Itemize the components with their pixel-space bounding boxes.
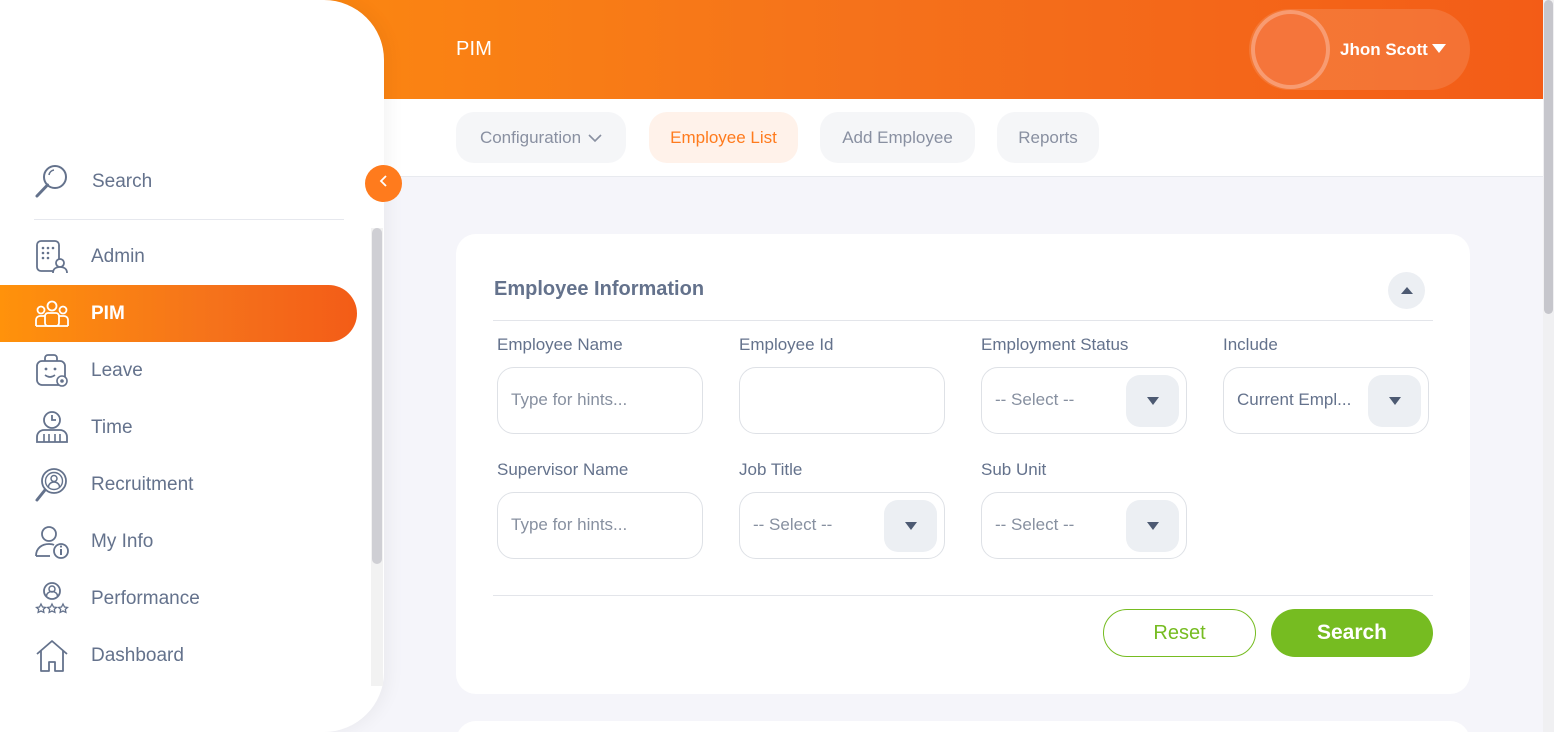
tab-label: Configuration [479, 127, 582, 147]
my-info-icon [34, 524, 70, 560]
sidebar-item-recruitment[interactable]: Recruitment [0, 456, 357, 513]
employee-name-input[interactable]: Type for hints... [497, 367, 703, 434]
sidebar-item-dashboard[interactable]: Dashboard [0, 627, 357, 684]
sidebar-item-label: Leave [91, 359, 143, 381]
supervisor-name-input[interactable]: Type for hints... [497, 492, 703, 559]
dashboard-icon [34, 638, 70, 674]
sub-unit-value: -- Select -- [995, 515, 1075, 534]
tab-label: Add Employee [842, 127, 953, 147]
employment-status-select[interactable]: -- Select -- [981, 367, 1187, 434]
caret-down-icon[interactable] [1432, 44, 1446, 53]
pim-icon [34, 296, 70, 332]
tab-reports[interactable]: Reports [997, 112, 1099, 163]
caret-up-icon [1400, 282, 1414, 300]
supervisor-name-placeholder: Type for hints... [511, 515, 628, 534]
include-select[interactable]: Current Empl... [1223, 367, 1429, 434]
sub-navigation: Configuration Employee List Add Employee… [384, 99, 1554, 177]
sidebar-search[interactable]: Search [34, 163, 344, 220]
user-menu[interactable]: Jhon Scott [1249, 9, 1470, 90]
job-title-value: -- Select -- [753, 515, 833, 534]
tab-employee-list[interactable]: Employee List [649, 112, 798, 163]
leave-icon [34, 353, 70, 389]
sidebar-item-time[interactable]: Time [0, 399, 357, 456]
tab-add-employee[interactable]: Add Employee [820, 112, 975, 163]
sidebar-item-label: Time [91, 416, 133, 438]
sidebar-item-my-info[interactable]: My Info [0, 513, 357, 570]
sub-unit-label: Sub Unit [981, 460, 1047, 479]
sidebar-scrollbar[interactable] [371, 228, 383, 686]
sidebar-search-label: Search [92, 171, 153, 192]
sub-unit-select[interactable]: -- Select -- [981, 492, 1187, 559]
user-name[interactable]: Jhon Scott [1340, 40, 1428, 60]
divider [493, 320, 1433, 321]
time-icon [34, 410, 70, 446]
tab-label: Employee List [670, 127, 777, 147]
employment-status-value: -- Select -- [995, 390, 1075, 409]
employee-id-input[interactable] [739, 367, 945, 434]
sidebar-item-admin[interactable]: Admin [0, 228, 357, 285]
page-scrollbar-thumb[interactable] [1544, 0, 1553, 314]
caret-down-icon [904, 522, 917, 530]
card-title: Employee Information [494, 278, 705, 300]
employee-information-card: Employee Information Employee Name Type … [456, 234, 1470, 694]
chevron-down-icon [588, 128, 602, 148]
dropdown-button[interactable] [1126, 500, 1179, 552]
divider [493, 595, 1433, 596]
reset-button[interactable]: Reset [1103, 609, 1256, 657]
sidebar-scrollbar-thumb[interactable] [372, 228, 382, 564]
collapse-button[interactable] [1388, 272, 1425, 309]
dropdown-button[interactable] [1126, 375, 1179, 427]
avatar[interactable] [1251, 10, 1330, 89]
sidebar-item-label: Dashboard [91, 644, 184, 666]
sidebar-toggle-button[interactable] [365, 165, 402, 202]
caret-down-icon [1388, 397, 1401, 405]
employee-name-label: Employee Name [497, 335, 623, 354]
sidebar: Search Admin PIM Leave Time Recruitment … [0, 0, 384, 732]
supervisor-name-label: Supervisor Name [497, 460, 629, 479]
sidebar-item-pim[interactable]: PIM [0, 285, 357, 342]
dropdown-button[interactable] [1368, 375, 1421, 427]
search-icon [34, 163, 70, 204]
sidebar-item-label: Performance [91, 587, 200, 609]
results-card [456, 721, 1470, 732]
sidebar-item-leave[interactable]: Leave [0, 342, 357, 399]
job-title-label: Job Title [739, 460, 803, 479]
search-button[interactable]: Search [1271, 609, 1433, 657]
sidebar-item-label: My Info [91, 530, 154, 552]
employee-id-label: Employee Id [739, 335, 834, 354]
admin-icon [34, 239, 70, 275]
recruitment-icon [34, 467, 70, 503]
performance-icon [34, 581, 70, 617]
caret-down-icon [1146, 522, 1159, 530]
caret-down-icon [1146, 397, 1159, 405]
sidebar-item-label: Recruitment [91, 473, 194, 495]
page-scrollbar[interactable] [1543, 0, 1554, 732]
job-title-select[interactable]: -- Select -- [739, 492, 945, 559]
dropdown-button[interactable] [884, 500, 937, 552]
tab-label: Reports [1018, 127, 1078, 147]
page-title: PIM [456, 38, 493, 60]
sidebar-item-label: Admin [91, 245, 145, 267]
sidebar-item-performance[interactable]: Performance [0, 570, 357, 627]
chevron-left-icon [378, 174, 390, 193]
include-value: Current Empl... [1237, 390, 1352, 409]
sidebar-item-label: PIM [91, 302, 125, 324]
tab-configuration[interactable]: Configuration [456, 112, 626, 163]
employment-status-label: Employment Status [981, 335, 1129, 354]
include-label: Include [1223, 335, 1278, 354]
employee-name-placeholder: Type for hints... [511, 390, 628, 409]
